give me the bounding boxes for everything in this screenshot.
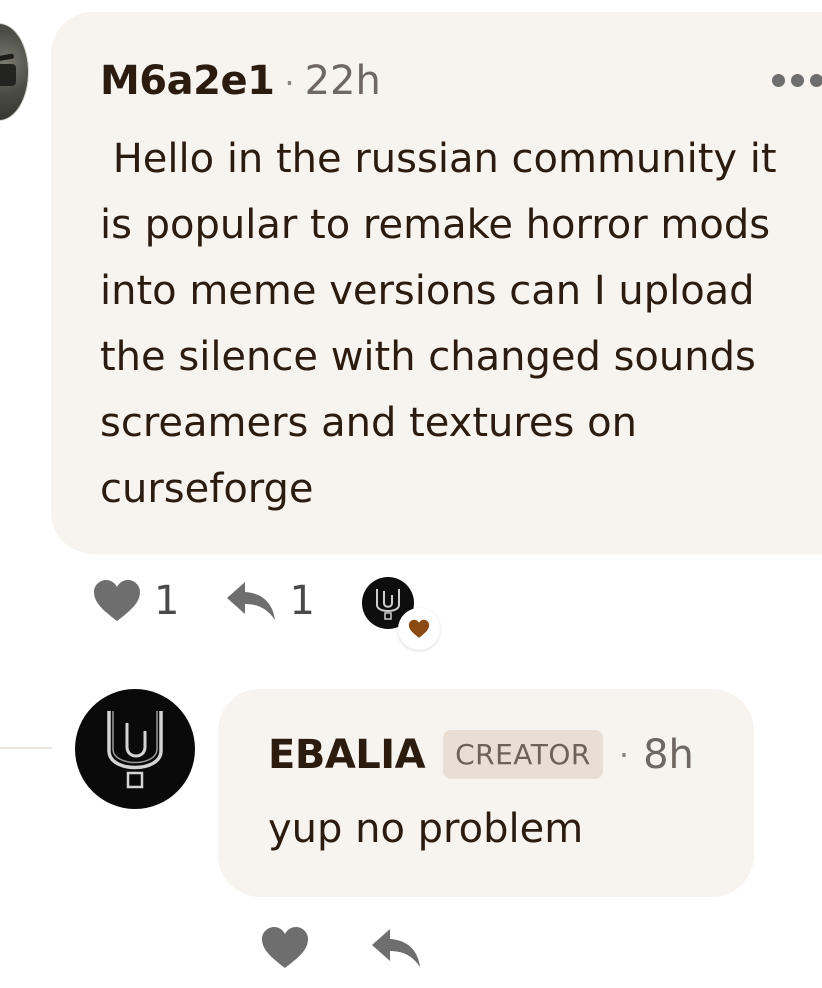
creator-liked-badge bbox=[398, 608, 440, 650]
comment-header: M6a2e1 · 22h bbox=[100, 58, 381, 104]
avatar-image-detail bbox=[0, 53, 15, 64]
reply-arrow-icon bbox=[227, 582, 276, 620]
heart-icon[interactable] bbox=[260, 926, 310, 970]
more-dots-icon[interactable] bbox=[772, 74, 822, 87]
creator-avatar[interactable] bbox=[75, 689, 195, 809]
reply-body: yup no problem bbox=[268, 806, 584, 852]
creator-logo-icon bbox=[107, 711, 163, 789]
heart-icon bbox=[94, 580, 140, 621]
user-avatar[interactable] bbox=[0, 24, 28, 120]
separator-dot: · bbox=[284, 64, 295, 102]
comment-author[interactable]: M6a2e1 bbox=[100, 58, 275, 104]
like-button[interactable]: 1 bbox=[92, 578, 179, 624]
reply-timestamp: 8h bbox=[643, 731, 694, 778]
reply-count: 1 bbox=[289, 578, 315, 624]
reply-header: EBALIA CREATOR · 8h bbox=[268, 730, 694, 779]
comment-timestamp: 22h bbox=[304, 58, 381, 104]
creator-badge: CREATOR bbox=[443, 730, 603, 779]
avatar-image-detail bbox=[0, 64, 16, 86]
comment-thread: M6a2e1 · 22h Hello in the russian commun… bbox=[0, 0, 822, 988]
thread-connector bbox=[0, 747, 52, 749]
separator-dot: · bbox=[618, 735, 630, 774]
like-count: 1 bbox=[154, 578, 180, 624]
reply-bubble bbox=[218, 689, 754, 897]
heart-icon bbox=[408, 619, 430, 638]
reply-button[interactable]: 1 bbox=[225, 578, 315, 624]
reply-author[interactable]: EBALIA bbox=[268, 732, 426, 778]
comment-body: Hello in the russian community it is pop… bbox=[100, 136, 777, 512]
reply-arrow-icon[interactable] bbox=[370, 927, 422, 969]
reply-actions bbox=[260, 926, 422, 970]
comment-actions: 1 1 bbox=[92, 578, 315, 624]
